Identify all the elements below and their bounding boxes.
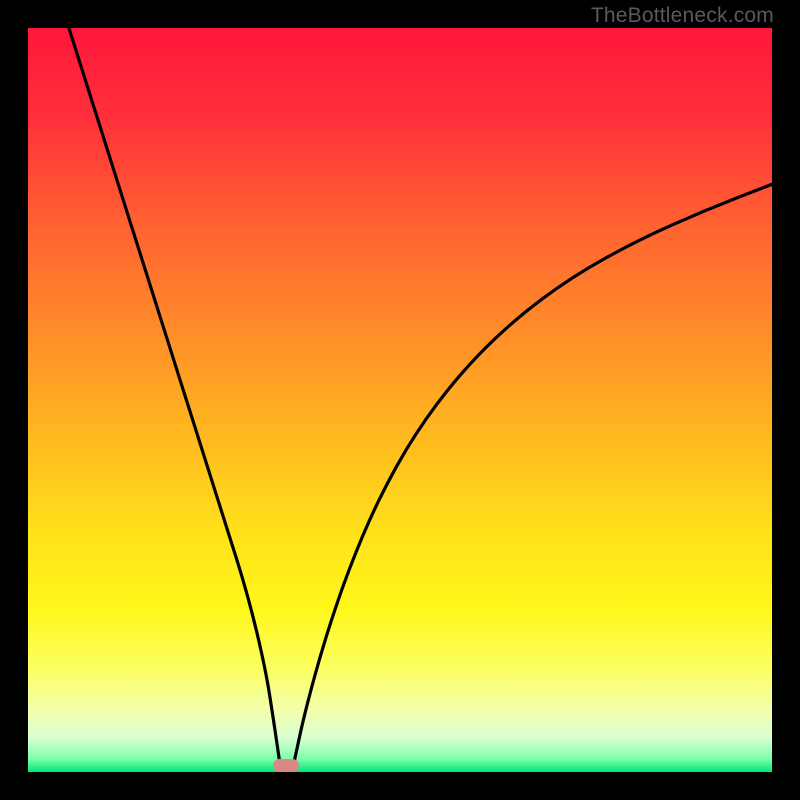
minimum-marker — [273, 759, 299, 772]
watermark-text: TheBottleneck.com — [591, 4, 774, 28]
plot-area — [28, 28, 772, 772]
chart-frame: TheBottleneck.com — [0, 0, 800, 800]
bottleneck-curve — [28, 28, 772, 772]
